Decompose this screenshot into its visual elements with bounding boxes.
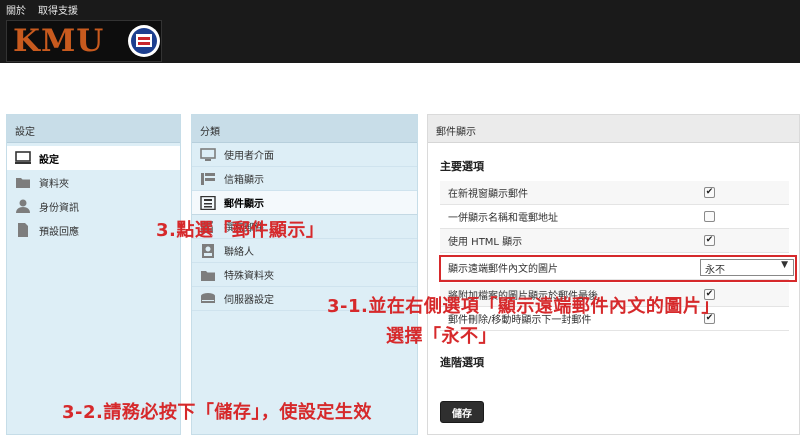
annotation-step-3-1: 3-1.並在右側選項「顯示遠端郵件內文的圖片」 [327, 296, 720, 317]
document-icon [18, 223, 28, 237]
monitor-icon [15, 151, 31, 164]
category-item-contacts[interactable]: 聯絡人 [192, 239, 417, 263]
category-item-label: 特殊資料夾 [224, 271, 274, 282]
settings-sidebar-title: 設定 [7, 115, 180, 143]
category-item-mailbox-view[interactable]: 信箱顯示 [192, 167, 417, 191]
category-item-message-view[interactable]: 郵件顯示 [192, 191, 417, 215]
category-item-label: 伺服器設定 [224, 295, 274, 306]
folder-icon [16, 178, 30, 188]
category-item-label: 聯絡人 [224, 247, 254, 258]
main-options-heading: 主要選項 [440, 160, 484, 173]
category-item-label: 信箱顯示 [224, 175, 264, 186]
settings-sidebar: 設定 設定 資料夾 身份資訊 預設回應 [6, 114, 181, 435]
logo-text: KMU [13, 23, 105, 59]
person-icon [16, 199, 30, 213]
highlight-box [439, 255, 797, 282]
about-link[interactable]: 關於 [6, 2, 26, 17]
server-icon [201, 292, 215, 303]
category-item-label: 使用者介面 [224, 151, 274, 162]
mail-view-icon [200, 195, 216, 210]
sidebar-item-folders[interactable]: 資料夾 [7, 170, 180, 194]
option-label: 一併顯示名稱和電郵地址 [448, 213, 558, 224]
top-menu-bar: 關於 取得支援 [0, 0, 800, 18]
sidebar-item-label: 預設回應 [39, 226, 79, 238]
monitor-icon [200, 147, 216, 161]
annotation-step-3-2: 3-2.請務必按下「儲存」，使設定生效 [62, 402, 372, 423]
settings-panel-title: 郵件顯示 [428, 115, 799, 143]
sidebar-item-settings[interactable]: 設定 [7, 146, 180, 170]
save-button[interactable]: 儲存 [440, 401, 484, 423]
university-seal-icon [128, 25, 160, 57]
category-item-user-interface[interactable]: 使用者介面 [192, 143, 417, 167]
option-open-new-window: 在新視窗顯示郵件 ✔ [440, 181, 789, 205]
folder-icon [201, 270, 215, 281]
option-label: 在新視窗顯示郵件 [448, 189, 528, 200]
category-item-special-folders[interactable]: 特殊資料夾 [192, 263, 417, 287]
sidebar-item-label: 身份資訊 [39, 202, 79, 214]
sidebar-item-label: 資料夾 [39, 178, 69, 190]
app-header: KMU [0, 18, 800, 63]
option-checkbox[interactable]: ✔ [704, 235, 715, 246]
annotation-step-3-1-choice: 選擇「永不」 [386, 326, 497, 347]
option-checkbox[interactable]: ✔ [704, 187, 715, 198]
sidebar-item-identities[interactable]: 身份資訊 [7, 194, 180, 218]
option-prefer-html: 使用 HTML 顯示 ✔ [440, 229, 789, 253]
help-link[interactable]: 取得支援 [38, 2, 78, 17]
sidebar-item-label: 設定 [39, 154, 59, 166]
option-label: 使用 HTML 顯示 [448, 237, 523, 248]
list-icon [201, 172, 215, 185]
option-checkbox[interactable] [704, 211, 715, 222]
advanced-options-heading: 進階選項 [440, 356, 484, 369]
category-panel-title: 分類 [192, 115, 417, 143]
kmu-logo[interactable]: KMU [6, 20, 162, 62]
option-show-email-address: 一併顯示名稱和電郵地址 [440, 205, 789, 229]
category-item-label: 郵件顯示 [224, 199, 264, 210]
contacts-icon [202, 243, 214, 258]
sidebar-item-responses[interactable]: 預設回應 [7, 218, 180, 242]
annotation-step-3: 3.點選「郵件顯示」 [156, 220, 325, 241]
category-panel: 分類 使用者介面 信箱顯示 郵件顯示 撰寫郵件 聯絡人 特殊資料夾 伺服器設定 [191, 114, 418, 435]
